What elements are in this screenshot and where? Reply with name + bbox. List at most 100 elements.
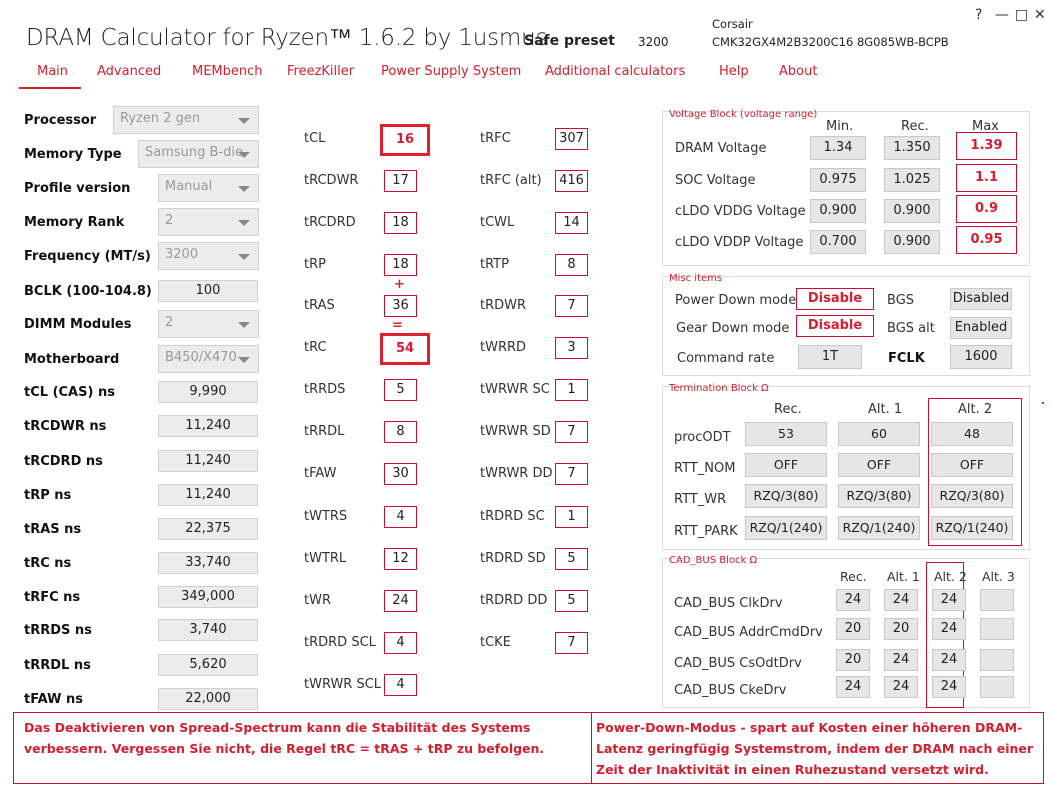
timing-value-twrwr-sd[interactable]: 7 (555, 421, 588, 443)
select-frequency-mt-s[interactable]: 3200 (158, 242, 259, 270)
timing-value-trtp[interactable]: 8 (555, 254, 588, 276)
tab-membench[interactable]: MEMbench (192, 64, 263, 79)
timing-value-twrwr-dd[interactable]: 7 (555, 463, 588, 485)
termination-value[interactable]: RZQ/1(240) (745, 516, 827, 540)
cadbus-value[interactable]: 20 (836, 649, 870, 671)
timing-value-trdrd-sd[interactable]: 5 (555, 548, 588, 570)
timing-value-trrdl[interactable]: 8 (384, 421, 417, 443)
fclk-value[interactable]: 1600 (950, 345, 1012, 369)
cadbus-value[interactable]: 24 (932, 589, 966, 611)
voltage-rec: 0.900 (884, 199, 940, 223)
timing-value-trdrd-dd[interactable]: 5 (555, 590, 588, 612)
gear-down-value[interactable]: Disable (796, 315, 874, 337)
timing-value-tcl[interactable]: 16 (380, 124, 430, 156)
cadbus-value[interactable]: 24 (884, 676, 918, 698)
termination-value[interactable]: 60 (838, 422, 920, 446)
timing-value-twrwr-scl[interactable]: 4 (384, 674, 417, 696)
timing-value-tcwl[interactable]: 14 (555, 212, 588, 234)
timing-value-trp[interactable]: 18 (384, 254, 417, 276)
cadbus-value[interactable]: 24 (932, 649, 966, 671)
cadbus-value[interactable] (980, 649, 1014, 671)
cadbus-value[interactable]: 24 (836, 676, 870, 698)
tab-main[interactable]: Main (37, 64, 68, 79)
select-memory-type[interactable]: Samsung B-die (138, 140, 259, 168)
select-profile-version[interactable]: Manual (158, 174, 259, 202)
timing-label-twtrl: tWTRL (304, 551, 347, 566)
timing-value-tras[interactable]: 36 (384, 295, 417, 317)
timing-value-twrrd[interactable]: 3 (555, 337, 588, 359)
select-processor[interactable]: Ryzen 2 gen (113, 106, 259, 134)
voltage-min: 1.34 (810, 136, 866, 160)
voltage-max[interactable]: 1.39 (956, 132, 1017, 160)
bgs-value[interactable]: Disabled (950, 288, 1012, 310)
cadbus-value[interactable] (980, 618, 1014, 640)
misc-panel-title: Misc items (669, 273, 723, 284)
label-tras-ns: tRAS ns (24, 522, 82, 537)
timing-value-trcdrd[interactable]: 18 (384, 212, 417, 234)
timing-label-twrwr-sd: tWRWR SD (480, 424, 551, 439)
termination-value[interactable]: 53 (745, 422, 827, 446)
cadbus-value[interactable]: 24 (932, 618, 966, 640)
notes-divider (591, 712, 592, 784)
power-down-value[interactable]: Disable (796, 288, 874, 310)
tab-about[interactable]: About (779, 64, 817, 79)
voltage-max[interactable]: 1.1 (956, 164, 1017, 192)
tab-additional-calculators[interactable]: Additional calculators (545, 64, 685, 79)
tab-advanced[interactable]: Advanced (97, 64, 161, 79)
cadbus-value[interactable]: 20 (884, 618, 918, 640)
timing-value-trdrd-scl[interactable]: 4 (384, 632, 417, 654)
command-rate-value[interactable]: 1T (798, 345, 862, 369)
timing-value-twtrs[interactable]: 4 (384, 506, 417, 528)
timing-value-trcdwr[interactable]: 17 (384, 170, 417, 192)
timing-label-trdrd-sc: tRDRD SC (480, 509, 545, 524)
termination-value[interactable]: OFF (745, 453, 827, 477)
timing-value-trdwr[interactable]: 7 (555, 295, 588, 317)
timing-value-tcke[interactable]: 7 (555, 632, 588, 654)
cadbus-label: CAD_BUS AddrCmdDrv (674, 625, 823, 640)
timing-value-trfc-alt-[interactable]: 416 (555, 170, 588, 192)
label-trrdl-ns: tRRDL ns (24, 658, 91, 673)
cadbus-value[interactable] (980, 589, 1014, 611)
timing-value-twr[interactable]: 24 (384, 590, 417, 612)
maximize-icon[interactable]: □ (1015, 7, 1028, 23)
minimize-icon[interactable]: — (995, 7, 1009, 23)
timing-value-tfaw[interactable]: 30 (384, 463, 417, 485)
voltage-max[interactable]: 0.9 (956, 195, 1017, 223)
cadbus-value[interactable]: 24 (836, 589, 870, 611)
timing-value-trfc[interactable]: 307 (555, 128, 588, 150)
timing-value-trdrd-sc[interactable]: 1 (555, 506, 588, 528)
termination-value[interactable]: RZQ/3(80) (931, 484, 1013, 508)
cadbus-value[interactable]: 24 (884, 589, 918, 611)
timing-value-trrds[interactable]: 5 (384, 379, 417, 401)
timing-label-tcl: tCL (304, 131, 326, 146)
close-icon[interactable]: ✕ (1034, 7, 1046, 23)
timing-value-twtrl[interactable]: 12 (384, 548, 417, 570)
cadbus-value[interactable]: 24 (932, 676, 966, 698)
termination-header-alt2: Alt. 2 (958, 402, 993, 417)
termination-label: RTT_NOM (674, 461, 736, 476)
timing-value-twrwr-sc[interactable]: 1 (555, 379, 588, 401)
cadbus-value[interactable] (980, 676, 1014, 698)
select-memory-rank[interactable]: 2 (158, 208, 259, 236)
bgs-alt-value[interactable]: Enabled (950, 317, 1012, 339)
termination-value[interactable]: OFF (838, 453, 920, 477)
timing-label-trcdwr: tRCDWR (304, 173, 359, 188)
tab-freezkiller[interactable]: FreezKiller (287, 64, 354, 79)
value-bclk-100-104-8[interactable]: 100 (158, 280, 258, 302)
termination-value[interactable]: OFF (931, 453, 1013, 477)
voltage-max[interactable]: 0.95 (956, 226, 1017, 254)
timing-value-trc[interactable]: 54 (380, 333, 430, 365)
tab-power-supply-system[interactable]: Power Supply System (381, 64, 521, 79)
termination-value[interactable]: RZQ/1(240) (838, 516, 920, 540)
termination-value[interactable]: 48 (931, 422, 1013, 446)
termination-value[interactable]: RZQ/3(80) (745, 484, 827, 508)
cadbus-value[interactable]: 20 (836, 618, 870, 640)
help-window-icon[interactable]: ? (975, 7, 982, 23)
label-frequency-mt-s: Frequency (MT/s) (24, 249, 151, 264)
termination-value[interactable]: RZQ/1(240) (931, 516, 1013, 540)
termination-value[interactable]: RZQ/3(80) (838, 484, 920, 508)
select-dimm-modules[interactable]: 2 (158, 310, 259, 338)
cadbus-value[interactable]: 24 (884, 649, 918, 671)
tab-help[interactable]: Help (719, 64, 749, 79)
select-motherboard[interactable]: B450/X470 (158, 345, 259, 373)
